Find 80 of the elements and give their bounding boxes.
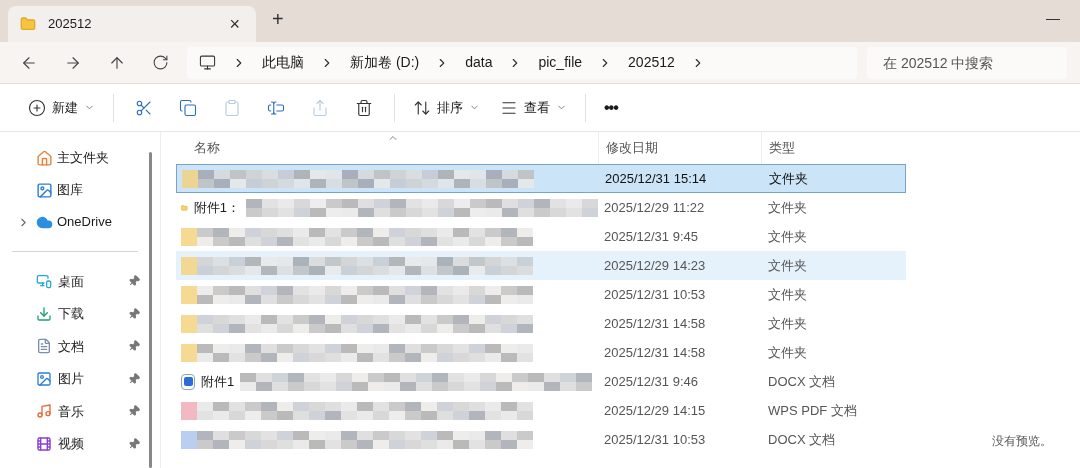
sidebar-item[interactable]: 下载 — [0, 297, 150, 330]
date-cell-text: 2025/12/31 9:45 — [603, 227, 699, 246]
file-name: 附件1 — [201, 372, 235, 391]
type-cell-text: 文件夹 — [767, 198, 808, 217]
file-row[interactable]: 2025/12/31 10:53 文件夹 — [176, 280, 906, 309]
file-row[interactable]: 附件1： 2025/12/29 11:22 文件夹 — [176, 193, 906, 222]
refresh-button[interactable] — [152, 54, 169, 71]
sidebar-item[interactable]: 图库 — [0, 174, 150, 206]
tab-title: 202512 — [48, 15, 93, 34]
computer-icon — [199, 54, 216, 71]
new-tab-button[interactable]: + — [268, 4, 288, 34]
date-cell-text: 2025/12/31 10:53 — [603, 285, 707, 304]
type-cell-text: 文件夹 — [767, 285, 808, 304]
type-cell-text: WPS PDF 文档 — [767, 401, 858, 420]
file-row[interactable]: 2025/12/29 14:23 文件夹 — [176, 251, 906, 280]
download-icon — [36, 305, 52, 322]
date-cell-text: 2025/12/31 14:58 — [603, 314, 707, 333]
plus-circle-icon — [28, 98, 46, 117]
view-button[interactable]: 查看 — [490, 90, 577, 125]
breadcrumb-item[interactable]: 新加卷 (D:) — [350, 52, 420, 73]
breadcrumb-item[interactable]: data — [465, 52, 493, 73]
trash-icon — [355, 98, 373, 117]
scissors-icon — [135, 98, 153, 117]
picture-icon — [36, 181, 53, 199]
sort-icon — [413, 98, 431, 117]
video-icon — [36, 435, 52, 452]
type-cell-text: 文件夹 — [767, 256, 808, 275]
date-cell-text: 2025/12/29 11:22 — [603, 198, 706, 217]
new-button[interactable]: 新建 — [18, 90, 105, 125]
column-header[interactable]: 名称 — [161, 138, 598, 158]
type-cell-text: 文件夹 — [767, 314, 808, 333]
home-icon — [36, 149, 53, 167]
document-icon — [36, 338, 52, 355]
breadcrumb-item[interactable]: pic_file — [538, 52, 583, 73]
clipboard-icon — [223, 98, 241, 117]
file-row[interactable]: 2025/12/31 9:45 文件夹 — [176, 222, 906, 251]
sort-button[interactable]: 排序 — [403, 90, 490, 125]
sidebar-item[interactable]: 视频 — [0, 427, 150, 460]
sidebar-item[interactable]: 主文件夹 — [0, 142, 150, 174]
sidebar-item[interactable]: 音乐 — [0, 395, 150, 428]
more-button[interactable]: ••• — [594, 90, 628, 125]
minimize-button[interactable]: — — [1042, 8, 1064, 29]
tab[interactable]: 202512 × — [8, 6, 256, 42]
file-row[interactable]: 2025/12/29 14:15 WPS PDF 文档 — [176, 396, 906, 425]
date-cell-text: 2025/12/31 15:14 — [604, 169, 708, 188]
file-row[interactable]: 2025/12/31 10:53 DOCX 文档 — [176, 425, 906, 454]
address-bar[interactable]: 此电脑 新加卷 (D:) data pic_file 202512 — [187, 46, 857, 79]
preview-message: 没有预览。 — [992, 433, 1052, 450]
file-row[interactable]: 2025/12/31 14:58 文件夹 — [176, 309, 906, 338]
file-row[interactable]: 2025/12/31 14:58 文件夹 — [176, 338, 906, 367]
share-icon — [311, 98, 329, 117]
type-cell-text: 文件夹 — [768, 169, 809, 188]
type-cell-text: DOCX 文档 — [767, 372, 837, 391]
date-cell-text: 2025/12/31 10:53 — [603, 430, 707, 449]
file-row[interactable]: 2025/12/31 15:14 文件夹 — [176, 164, 906, 193]
breadcrumb-item[interactable]: 此电脑 — [262, 52, 304, 73]
close-tab-button[interactable]: × — [225, 10, 244, 38]
file-row[interactable]: 附件1 2025/12/31 9:46 DOCX 文档 — [176, 367, 906, 396]
picture-icon — [36, 370, 52, 387]
date-cell-text: 2025/12/31 14:58 — [603, 343, 707, 362]
type-cell-text: 文件夹 — [767, 227, 808, 246]
date-cell-text: 2025/12/29 14:15 — [603, 401, 707, 420]
date-cell-text: 2025/12/29 14:23 — [603, 256, 707, 275]
rename-icon — [267, 98, 285, 117]
sidebar-item[interactable]: 图片 — [0, 362, 150, 395]
copy-icon — [179, 98, 197, 117]
file-name: 附件1： — [193, 198, 240, 217]
type-cell-text: DOCX 文档 — [767, 430, 837, 449]
type-cell-text: 文件夹 — [767, 343, 808, 362]
breadcrumb-item[interactable]: 202512 — [628, 52, 675, 73]
sidebar-item[interactable]: 文档 — [0, 330, 150, 363]
date-cell-text: 2025/12/31 9:46 — [603, 372, 699, 391]
search-field[interactable]: 在 202512 中搜索 — [867, 46, 1067, 79]
sidebar-item[interactable]: 桌面 — [0, 265, 150, 298]
sidebar-item[interactable]: OneDrive — [0, 206, 150, 238]
document-icon — [181, 373, 195, 390]
scrollbar[interactable] — [149, 152, 152, 468]
folder-icon — [20, 16, 36, 32]
desktop-icon — [36, 273, 52, 290]
music-icon — [36, 403, 52, 420]
